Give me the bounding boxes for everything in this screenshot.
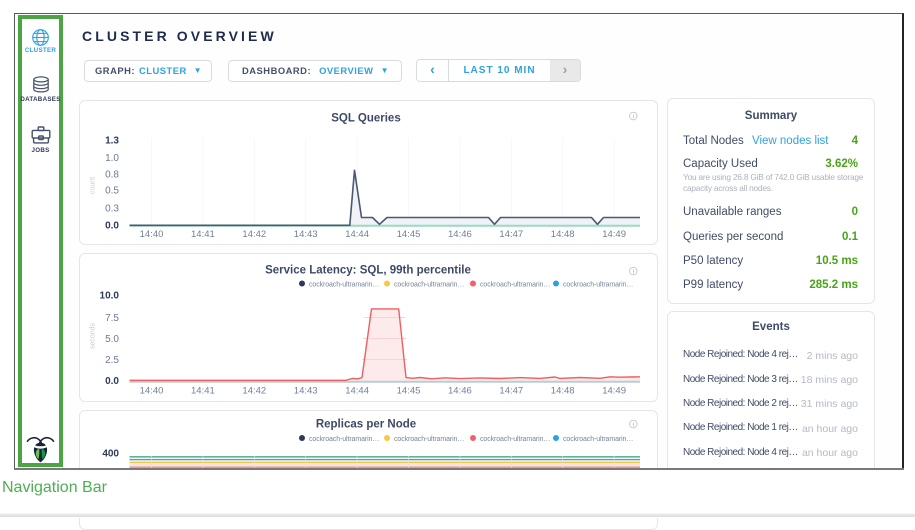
svg-text:cockroach-ultramarin…: cockroach-ultramarin… (309, 436, 379, 443)
svg-text:14:43: 14:43 (294, 229, 318, 240)
svg-text:5.0: 5.0 (105, 334, 119, 345)
svg-text:i: i (633, 269, 634, 275)
svg-text:10.0: 10.0 (100, 290, 120, 301)
svg-text:cockroach-ultramarin…: cockroach-ultramarin… (394, 436, 464, 443)
svg-text:14:45: 14:45 (397, 229, 421, 240)
svg-text:cockroach-ultramarin…: cockroach-ultramarin… (480, 436, 550, 443)
svg-text:2.5: 2.5 (105, 355, 119, 366)
svg-text:14:43: 14:43 (294, 386, 318, 397)
svg-text:14:42: 14:42 (242, 229, 266, 240)
svg-text:14:42: 14:42 (242, 386, 266, 397)
svg-text:i: i (633, 114, 634, 120)
svg-text:400: 400 (102, 449, 119, 460)
svg-text:14:48: 14:48 (551, 229, 575, 240)
svg-text:14:49: 14:49 (602, 229, 626, 240)
svg-text:0.0: 0.0 (105, 221, 119, 232)
svg-text:cockroach-ultramarin…: cockroach-ultramarin… (563, 436, 633, 443)
svg-text:1.3: 1.3 (105, 135, 119, 146)
svg-text:i: i (633, 422, 634, 428)
svg-text:14:45: 14:45 (397, 386, 421, 397)
svg-text:14:41: 14:41 (191, 386, 215, 397)
svg-text:7.5: 7.5 (105, 313, 119, 324)
svg-text:14:46: 14:46 (448, 386, 472, 397)
svg-text:cockroach-ultramarin…: cockroach-ultramarin… (563, 282, 633, 289)
svg-text:14:44: 14:44 (345, 386, 369, 397)
svg-text:0.8: 0.8 (105, 169, 119, 180)
svg-text:cockroach-ultramarin…: cockroach-ultramarin… (309, 282, 379, 289)
svg-text:14:48: 14:48 (551, 386, 575, 397)
svg-text:14:41: 14:41 (191, 229, 215, 240)
svg-text:14:46: 14:46 (448, 229, 472, 240)
svg-text:SQL Queries: SQL Queries (331, 113, 400, 125)
svg-text:0.0: 0.0 (105, 376, 119, 387)
svg-text:14:47: 14:47 (499, 229, 523, 240)
svg-text:cockroach-ultramarin…: cockroach-ultramarin… (480, 282, 550, 289)
svg-text:count: count (90, 177, 97, 194)
svg-text:0.3: 0.3 (105, 203, 119, 214)
svg-text:14:40: 14:40 (140, 386, 164, 397)
svg-text:Replicas per Node: Replicas per Node (316, 419, 416, 431)
svg-text:1.0: 1.0 (105, 153, 119, 164)
svg-text:14:49: 14:49 (602, 386, 626, 397)
svg-text:cockroach-ultramarin…: cockroach-ultramarin… (394, 282, 464, 289)
svg-text:0.5: 0.5 (105, 186, 119, 197)
svg-text:Service Latency: SQL, 99th per: Service Latency: SQL, 99th percentile (265, 265, 471, 277)
svg-text:14:40: 14:40 (140, 229, 164, 240)
svg-text:14:47: 14:47 (499, 386, 523, 397)
svg-text:14:44: 14:44 (345, 229, 369, 240)
svg-text:seconds: seconds (90, 322, 97, 349)
